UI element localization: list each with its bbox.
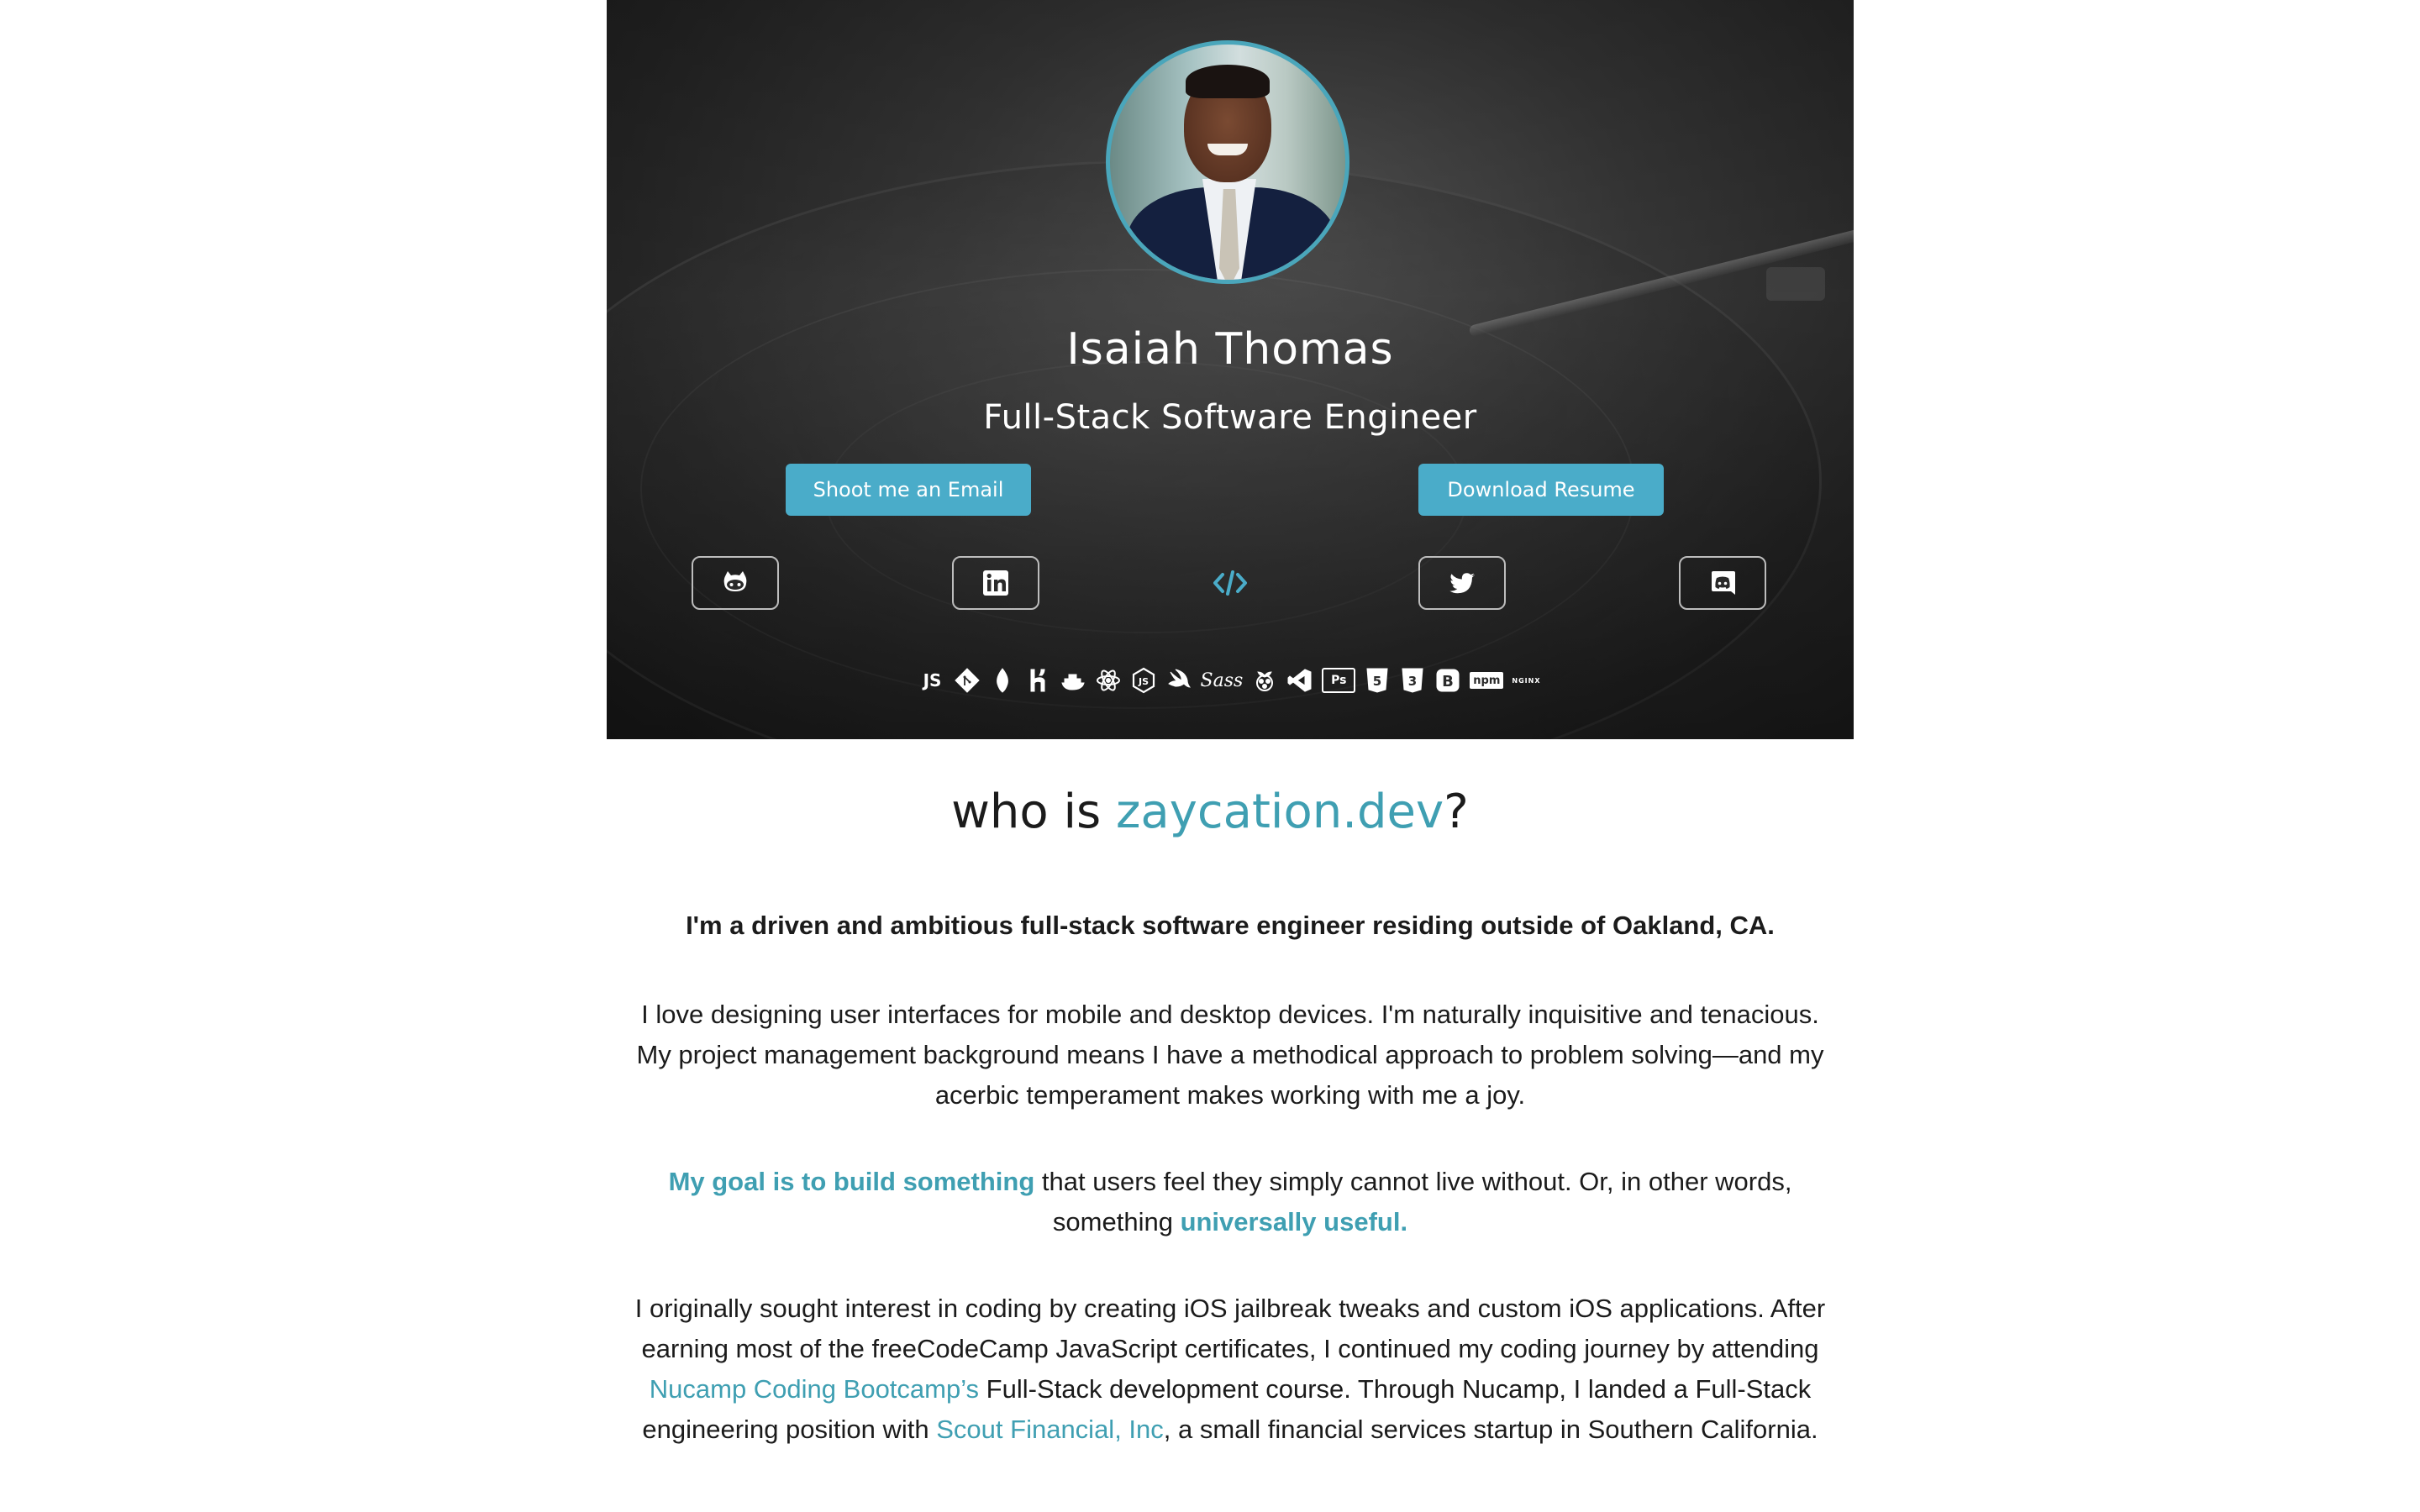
swift-icon [1165,666,1192,695]
svg-text:3: 3 [1408,674,1417,689]
discord-icon [1712,571,1735,595]
react-icon [1095,666,1122,695]
javascript-icon: JS [923,670,942,690]
universally-useful-highlight: universally useful. [1180,1207,1408,1236]
about-heading-prefix: who is [951,785,1116,839]
npm-icon: npm [1470,672,1504,689]
html5-icon: 5 [1364,666,1391,695]
git-icon [954,666,981,695]
profile-avatar [1106,40,1349,284]
nodejs-icon: JS [1130,666,1157,695]
twitter-icon [1449,573,1475,594]
avatar-smile [1207,144,1248,155]
origin-text: I originally sought interest in coding b… [634,1294,1826,1363]
code-link-button[interactable] [1210,564,1250,601]
goal-text: that users feel they simply cannot live … [1034,1167,1792,1236]
email-button[interactable]: Shoot me an Email [786,464,1031,516]
sass-icon: Sass [1200,669,1244,691]
code-icon [1213,570,1247,596]
goal-paragraph: My goal is to build something that users… [607,1162,1854,1242]
nucamp-link[interactable]: Nucamp Coding Bootcamp’s [650,1374,979,1404]
photoshop-icon: Ps [1322,668,1356,693]
scout-financial-link[interactable]: Scout Financial, Inc [936,1415,1164,1444]
hero-name: Isaiah Thomas [1066,324,1394,375]
origin-paragraph: I originally sought interest in coding b… [607,1289,1854,1450]
nginx-icon: NGINX [1512,676,1541,685]
github-icon [723,571,747,591]
svg-text:B: B [1442,673,1454,690]
avatar-hair [1186,65,1270,98]
linkedin-link-button[interactable] [952,556,1039,610]
hero-section: Isaiah Thomas Full-Stack Software Engine… [607,0,1854,739]
bio-paragraph: I love designing user interfaces for mob… [636,1000,1824,1110]
linkedin-icon [983,570,1008,596]
bootstrap-icon: B [1434,666,1461,695]
svg-text:5: 5 [1373,674,1381,689]
goal-highlight: My goal is to build something [668,1167,1035,1196]
css3-icon: 3 [1399,666,1426,695]
svg-text:JS: JS [1137,676,1148,687]
github-link-button[interactable] [692,556,779,610]
twitter-link-button[interactable] [1418,556,1506,610]
intro-paragraph: I'm a driven and ambitious full-stack so… [686,911,1775,940]
discord-link-button[interactable] [1679,556,1766,610]
about-heading-suffix: ? [1444,785,1469,839]
hero-job-title: Full-Stack Software Engineer [983,398,1477,437]
heroku-icon [1024,666,1051,695]
mongodb-icon [989,666,1016,695]
about-heading: who is zaycation.dev? [0,785,2420,839]
docker-icon [1060,666,1086,695]
download-resume-button[interactable]: Download Resume [1418,464,1664,516]
raspberry-pi-icon [1251,666,1278,695]
tech-stack-row: JS JS Sass Ps 5 3 B npm NGINX [607,662,1854,699]
vscode-icon [1286,666,1313,695]
origin-text: , a small financial services startup in … [1163,1415,1818,1444]
site-name-highlight: zaycation.dev [1115,785,1444,839]
